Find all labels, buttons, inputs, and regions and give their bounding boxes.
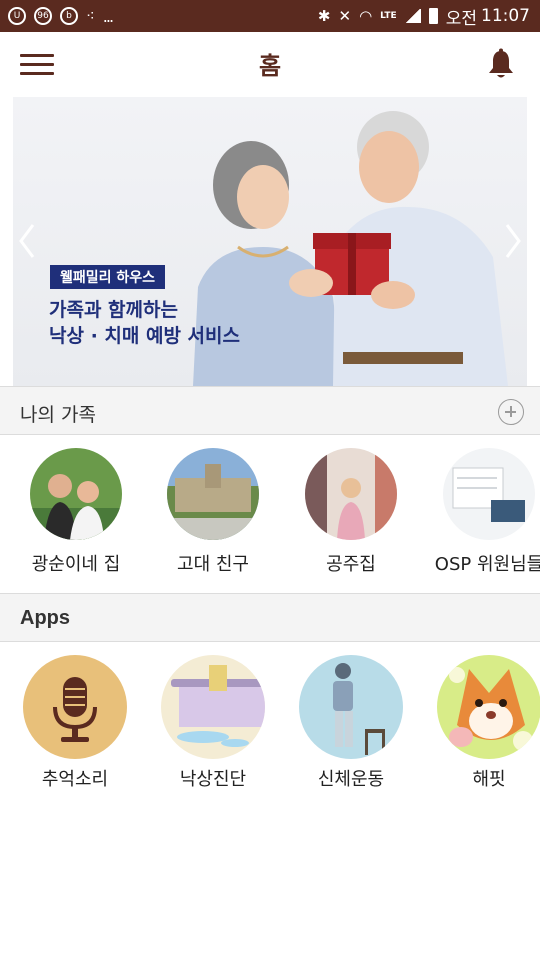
hero-banner[interactable]: 웰패밀리 하우스 가족과 함께하는 낙상 · 치매 예방 서비스 <box>13 97 527 386</box>
app-label: 추억소리 <box>41 769 109 790</box>
mute-icon: ✕ <box>338 7 352 25</box>
family-photo <box>305 448 397 540</box>
app-label: 신체운동 <box>317 769 385 790</box>
notification-dots-icon: ⁖ <box>86 7 95 25</box>
family-label: 고대 친구 <box>177 554 249 575</box>
wifi-icon: ◠ <box>359 7 373 25</box>
app-label: 해핏 <box>472 769 506 790</box>
banner-headline-1: 가족과 함께하는 <box>49 299 178 321</box>
bell-icon[interactable] <box>486 48 516 80</box>
family-list: 광순이네 집 고대 친구 공주집 OSP 위원님들 <box>0 448 540 588</box>
apps-section-title: Apps <box>20 607 70 629</box>
app-item[interactable]: 신체운동 <box>286 655 416 791</box>
app-item[interactable]: 추억소리 <box>10 655 140 791</box>
banner-headline-2: 낙상 · 치매 예방 서비스 <box>49 325 240 347</box>
signal-icon <box>404 9 421 23</box>
family-item[interactable]: 광순이네 집 <box>11 448 141 576</box>
clock-ampm: 오전 <box>445 8 477 29</box>
apps-list: 추억소리 낙상진단 신체운동 해핏 <box>0 655 540 795</box>
battery-icon <box>428 8 438 24</box>
app-label: 낙상진단 <box>179 769 247 790</box>
family-section-header: 나의 가족 <box>0 386 540 435</box>
family-label: 공주집 <box>326 554 376 575</box>
banner-prev-arrow-icon[interactable] <box>15 221 39 261</box>
add-family-icon[interactable] <box>498 399 524 425</box>
notification-badge-icon: 96 <box>34 7 52 25</box>
family-photo <box>443 448 535 540</box>
status-bar: U 96 b ⁖ ... ✱ ✕ ◠ LTE 오전 11:07 <box>0 0 540 32</box>
family-label: 광순이네 집 <box>31 554 121 575</box>
bluetooth-icon: ✱ <box>317 7 331 25</box>
family-section-title: 나의 가족 <box>20 404 96 426</box>
family-label: OSP 위원님들 <box>434 554 540 575</box>
lte-indicator: LTE <box>380 11 397 21</box>
notification-app-icon: U <box>8 7 26 25</box>
notification-b-icon: b <box>60 7 78 25</box>
app-bar: 홈 <box>0 32 540 98</box>
app-item[interactable]: 해핏 <box>424 655 540 791</box>
banner-next-arrow-icon[interactable] <box>501 221 525 261</box>
family-item[interactable]: 고대 친구 <box>148 448 278 576</box>
microphone-icon <box>23 655 127 759</box>
clock-time: 11:07 <box>481 6 530 26</box>
notification-overflow: ... <box>102 6 114 26</box>
fox-character-icon <box>437 655 540 759</box>
apps-section-header: Apps <box>0 593 540 642</box>
bathtub-icon <box>161 655 265 759</box>
page-title: 홈 <box>258 52 282 80</box>
banner-tag: 웰패밀리 하우스 <box>50 265 166 289</box>
app-item[interactable]: 낙상진단 <box>148 655 278 791</box>
family-photo <box>30 448 122 540</box>
family-item[interactable]: 공주집 <box>286 448 416 576</box>
exercise-person-icon <box>299 655 403 759</box>
family-item[interactable]: OSP 위원님들 <box>424 448 540 576</box>
family-photo <box>167 448 259 540</box>
